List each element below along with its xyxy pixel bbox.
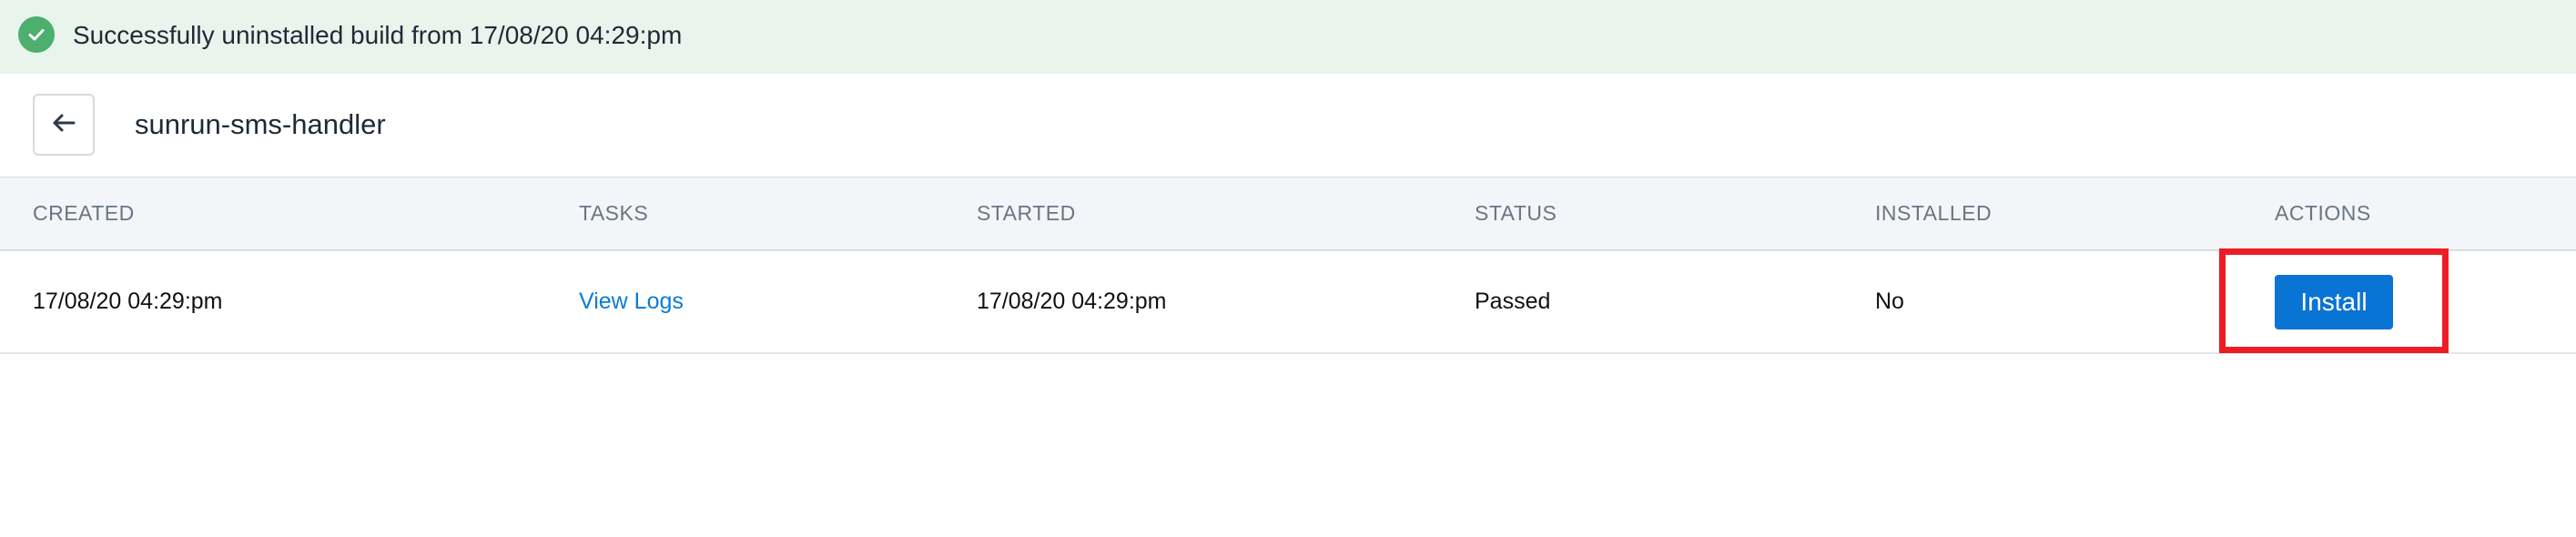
success-banner: Successfully uninstalled build from 17/0…: [0, 0, 2576, 74]
created-cell: 17/08/20 04:29:pm: [33, 289, 223, 314]
page: Successfully uninstalled build from 17/0…: [0, 0, 2576, 537]
status-cell: Passed: [1475, 289, 1551, 314]
back-button[interactable]: [33, 94, 95, 156]
table-header: CREATED TASKS STARTED STATUS INSTALLED A…: [0, 177, 2576, 251]
column-header-started: STARTED: [977, 201, 1076, 225]
table-row: 17/08/20 04:29:pm View Logs 17/08/20 04:…: [0, 251, 2576, 354]
installed-cell: No: [1875, 289, 1904, 314]
install-button[interactable]: Install: [2275, 275, 2393, 329]
column-header-actions: ACTIONS: [2275, 201, 2371, 225]
column-header-tasks: TASKS: [579, 201, 649, 225]
arrow-left-icon: [49, 108, 78, 142]
banner-message: Successfully uninstalled build from 17/0…: [73, 21, 683, 49]
column-header-installed: INSTALLED: [1875, 201, 1993, 225]
column-header-created: CREATED: [33, 201, 135, 225]
view-logs-link[interactable]: View Logs: [579, 287, 684, 316]
page-header: sunrun-sms-handler: [0, 74, 2576, 178]
check-circle-icon: [18, 16, 55, 53]
page-title: sunrun-sms-handler: [135, 108, 386, 140]
column-header-status: STATUS: [1475, 201, 1557, 225]
started-cell: 17/08/20 04:29:pm: [977, 289, 1167, 314]
